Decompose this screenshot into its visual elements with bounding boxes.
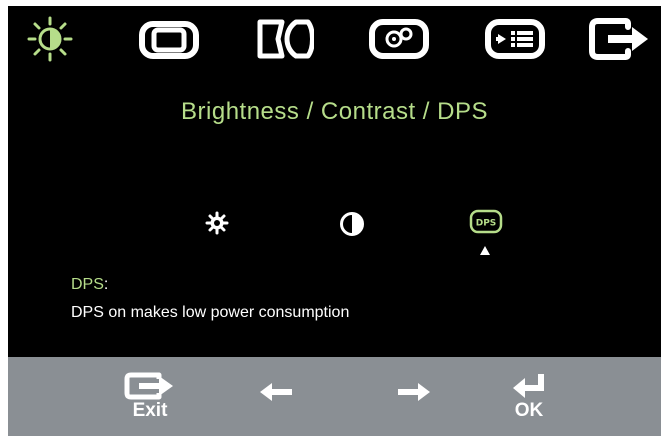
exit-icon[interactable] xyxy=(588,14,654,66)
exit-button[interactable]: Exit xyxy=(120,371,180,422)
selection-marker xyxy=(480,246,490,255)
contrast-icon[interactable] xyxy=(339,211,365,237)
arrow-left-icon xyxy=(260,383,292,401)
description-text: DPS on makes low power consumption xyxy=(71,304,350,321)
screen-position-icon[interactable] xyxy=(138,14,200,66)
arrow-right-icon xyxy=(398,383,430,401)
description-label: DPS: xyxy=(71,276,108,294)
sun-icon[interactable] xyxy=(26,14,74,66)
description-label-text: DPS xyxy=(71,276,104,293)
left-arrow-button[interactable] xyxy=(258,381,294,403)
osd-tab-bar xyxy=(8,6,661,76)
gear-sun-icon[interactable] xyxy=(205,211,229,235)
ok-label: OK xyxy=(514,400,544,421)
exit-label: Exit xyxy=(132,400,168,421)
color-gears-icon[interactable] xyxy=(368,14,430,66)
options-list-icon[interactable] xyxy=(484,14,546,66)
dps-icon[interactable]: DPS xyxy=(469,209,503,237)
ok-button[interactable]: OK xyxy=(504,371,554,422)
enter-icon xyxy=(513,374,544,398)
image-setup-icon[interactable] xyxy=(254,14,314,66)
exit-control-icon xyxy=(124,372,173,400)
control-bar: Exit OK xyxy=(8,357,661,436)
right-arrow-button[interactable] xyxy=(396,381,432,403)
dps-icon-text: DPS xyxy=(476,219,497,229)
description-colon: : xyxy=(103,276,109,293)
osd-panel: Brightness / Contrast / DPS DPS DPS: DPS… xyxy=(8,6,661,357)
menu-title: Brightness / Contrast / DPS xyxy=(181,98,488,125)
